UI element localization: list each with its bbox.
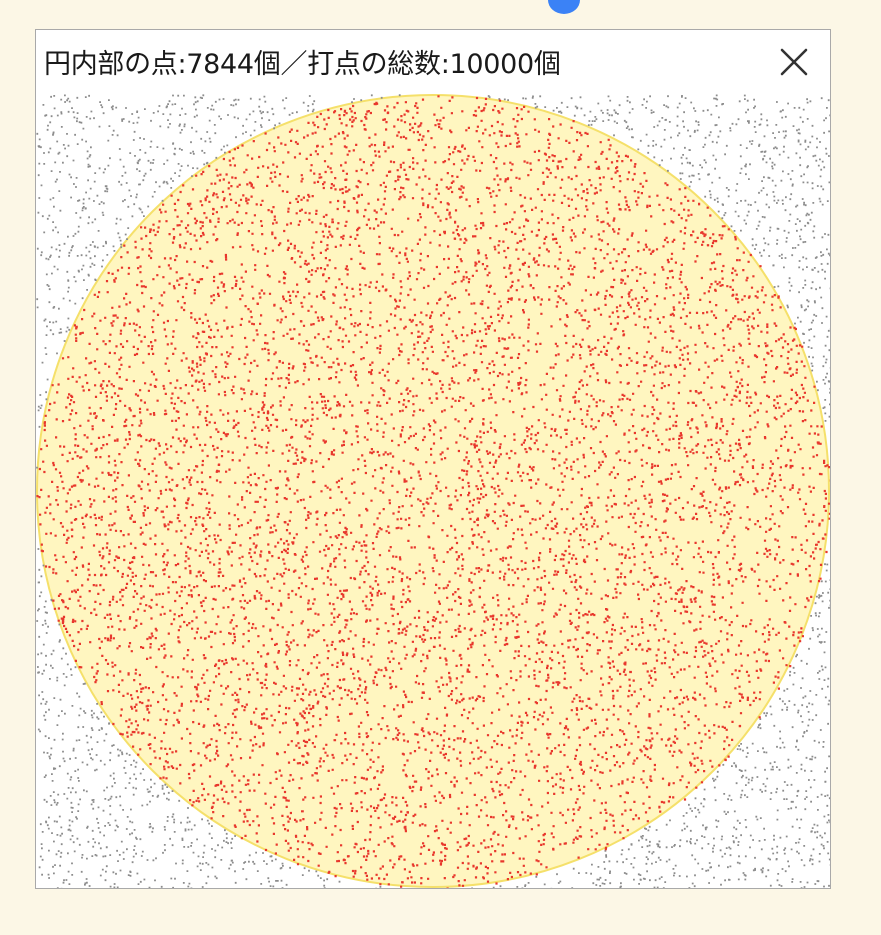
plot-canvas xyxy=(36,94,830,888)
close-icon xyxy=(780,48,808,76)
scatter-plot xyxy=(36,94,830,888)
title-bar: 円内部の点:7844個／打点の総数:10000個 xyxy=(36,30,830,94)
close-button[interactable] xyxy=(772,40,816,84)
monte-carlo-window: 円内部の点:7844個／打点の総数:10000個 xyxy=(35,29,831,889)
unit-circle xyxy=(36,94,830,888)
window-title: 円内部の点:7844個／打点の総数:10000個 xyxy=(44,49,561,80)
accent-dot xyxy=(548,0,580,14)
